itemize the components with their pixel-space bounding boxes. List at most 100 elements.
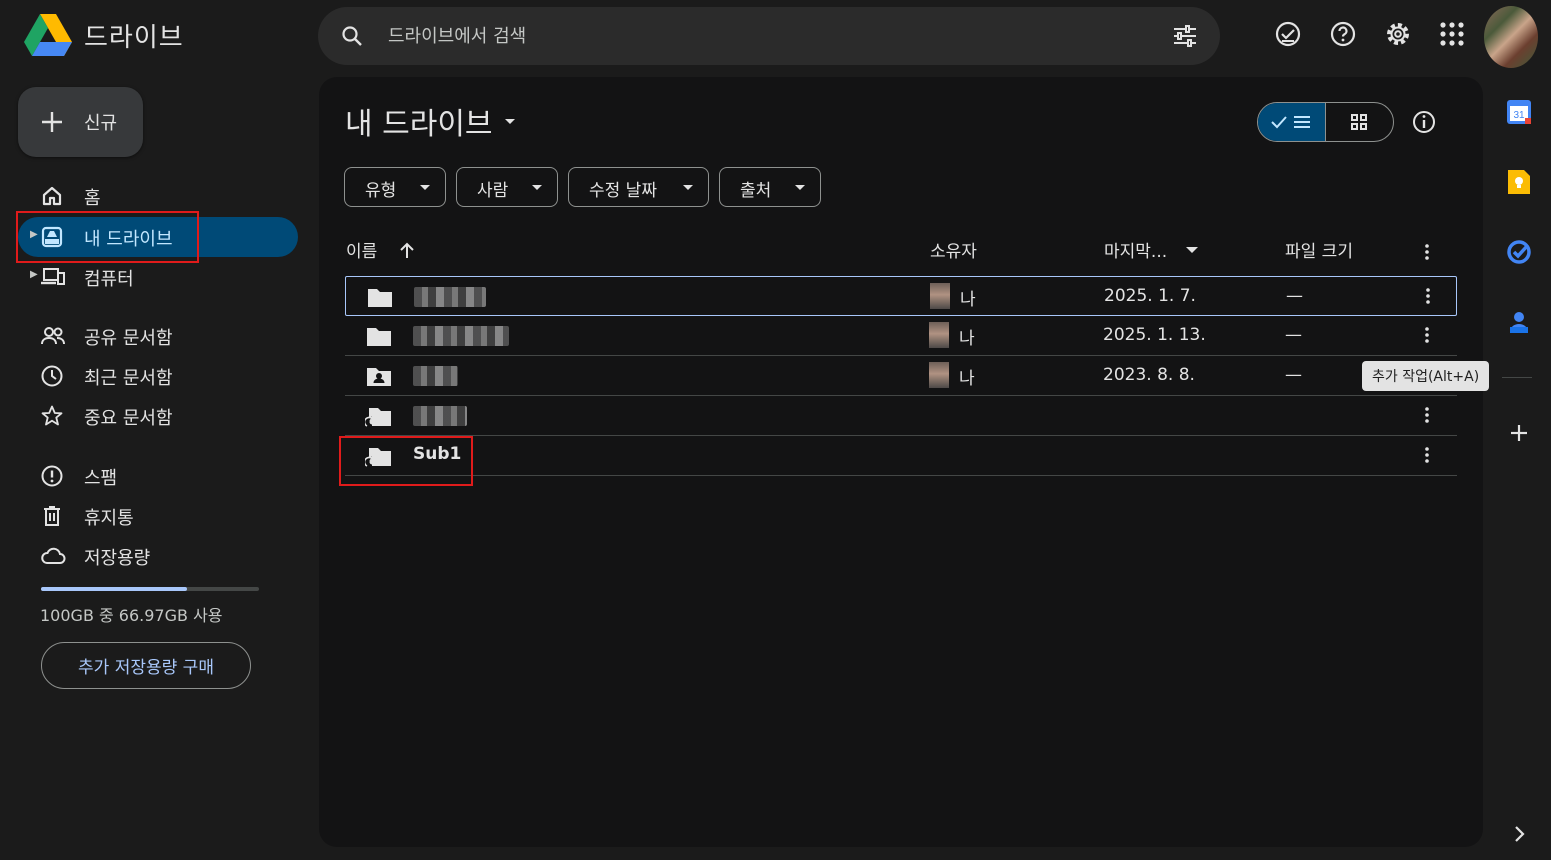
nav-spam-label: 스팸 xyxy=(84,468,118,489)
check-icon xyxy=(1270,114,1288,130)
nav-recent[interactable]: 최근 문서함 xyxy=(18,356,298,396)
nav-spam[interactable]: 스팸 xyxy=(18,456,298,496)
filter-chip-people[interactable]: 사람 xyxy=(456,167,558,207)
caret-down-icon xyxy=(531,184,543,192)
home-icon xyxy=(40,184,64,208)
caret-down-icon xyxy=(1185,245,1199,255)
expand-caret-icon[interactable]: ▶ xyxy=(30,229,38,240)
file-name-redacted xyxy=(413,366,458,386)
main-panel: 내 드라이브 유형 사람 수정 날짜 출처 이름 소유자 마지막... 파일 크… xyxy=(319,77,1483,847)
shortcut-folder-icon xyxy=(365,444,393,468)
more-vert-icon[interactable] xyxy=(1419,444,1435,466)
caret-down-icon xyxy=(794,184,806,192)
settings-icon[interactable] xyxy=(1384,20,1412,48)
file-name[interactable]: Sub1 xyxy=(413,444,461,464)
filter-chip-type[interactable]: 유형 xyxy=(344,167,446,207)
cloud-icon xyxy=(40,544,66,568)
new-button[interactable]: 신규 xyxy=(18,87,143,157)
arrow-up-icon[interactable] xyxy=(399,241,415,259)
clock-icon xyxy=(40,364,64,388)
account-avatar[interactable] xyxy=(1484,6,1538,68)
view-toggle[interactable] xyxy=(1257,102,1394,142)
storage-usage-bar xyxy=(41,587,259,591)
column-header-modified[interactable]: 마지막... xyxy=(1104,237,1199,262)
table-row[interactable]: 나 2025. 1. 7. — xyxy=(345,276,1457,316)
table-row[interactable]: 나 2023. 8. 8. — xyxy=(345,356,1457,396)
nav-home[interactable]: 홈 xyxy=(18,176,298,216)
folder-icon xyxy=(365,324,393,348)
app-title: 드라이브 xyxy=(84,22,184,53)
filter-chip-label: 유형 xyxy=(365,181,397,201)
more-vert-icon[interactable] xyxy=(1419,324,1435,346)
nav-trash-label: 휴지통 xyxy=(84,508,134,529)
storage-usage-fill xyxy=(41,587,187,591)
column-header-owner[interactable]: 소유자 xyxy=(930,237,977,262)
table-row[interactable]: 나 2025. 1. 13. — xyxy=(345,316,1457,356)
nav-storage[interactable]: 저장용량 xyxy=(18,536,298,576)
file-name-redacted xyxy=(413,406,467,426)
list-view-button[interactable] xyxy=(1258,103,1326,141)
drive-logo[interactable]: 드라이브 xyxy=(24,14,184,56)
help-icon[interactable] xyxy=(1329,20,1357,48)
table-row[interactable] xyxy=(345,396,1457,436)
buy-storage-button[interactable]: 추가 저장용량 구매 xyxy=(41,642,251,689)
modified-date: 2025. 1. 7. xyxy=(1104,286,1196,306)
filter-chip-modified[interactable]: 수정 날짜 xyxy=(568,167,709,207)
spam-icon xyxy=(40,464,64,488)
info-icon[interactable] xyxy=(1411,109,1437,135)
caret-down-icon xyxy=(503,116,517,126)
nav-trash[interactable]: 휴지통 xyxy=(18,496,298,536)
owner-avatar xyxy=(930,283,950,309)
calendar-icon[interactable]: 31 xyxy=(1505,98,1533,126)
filter-chip-source[interactable]: 출처 xyxy=(719,167,821,207)
calendar-day: 31 xyxy=(1513,110,1525,121)
nav-starred[interactable]: 중요 문서함 xyxy=(18,396,298,436)
column-header-name[interactable]: 이름 xyxy=(346,237,415,262)
rail-divider xyxy=(1502,377,1532,378)
caret-down-icon xyxy=(419,184,431,192)
grid-view-button[interactable] xyxy=(1326,103,1394,141)
shortcut-folder-icon xyxy=(365,404,393,428)
nav-my-drive[interactable]: ▶ 내 드라이브 xyxy=(18,217,298,257)
apps-grid-icon[interactable] xyxy=(1438,20,1466,48)
caret-down-icon xyxy=(682,184,694,192)
my-drive-icon xyxy=(40,225,64,249)
nav-shared[interactable]: 공유 문서함 xyxy=(18,316,298,356)
filter-chip-label: 사람 xyxy=(477,181,509,201)
search-icon[interactable] xyxy=(340,24,364,48)
nav-storage-label: 저장용량 xyxy=(84,548,151,569)
expand-caret-icon[interactable]: ▶ xyxy=(30,269,38,280)
modified-date: 2025. 1. 13. xyxy=(1103,325,1206,345)
ready-for-offline-icon[interactable] xyxy=(1274,20,1302,48)
keep-icon[interactable] xyxy=(1505,168,1533,196)
contacts-icon[interactable] xyxy=(1505,308,1533,336)
nav-my-drive-label: 내 드라이브 xyxy=(84,229,173,250)
search-options-icon[interactable] xyxy=(1172,24,1198,48)
chevron-right-icon[interactable] xyxy=(1505,820,1533,848)
table-row[interactable]: Sub1 xyxy=(345,436,1457,476)
more-vert-icon[interactable] xyxy=(1419,243,1435,261)
add-addon-icon[interactable] xyxy=(1505,419,1533,447)
filter-chip-label: 출처 xyxy=(740,181,772,201)
modified-date: 2023. 8. 8. xyxy=(1103,365,1195,385)
search-input[interactable] xyxy=(388,21,1148,51)
nav-computers[interactable]: ▶ 컴퓨터 xyxy=(18,257,298,297)
page-title-dropdown[interactable]: 내 드라이브 xyxy=(345,99,517,143)
owner-avatar xyxy=(929,362,949,388)
trash-icon xyxy=(40,504,64,528)
column-header-modified-label: 마지막... xyxy=(1104,242,1168,262)
owner-avatar xyxy=(929,322,949,348)
column-header-name-label: 이름 xyxy=(346,242,378,262)
more-vert-icon[interactable] xyxy=(1419,404,1435,426)
storage-usage-text: 100GB 중 66.97GB 사용 xyxy=(40,606,223,625)
nav-recent-label: 최근 문서함 xyxy=(84,368,173,389)
more-vert-icon[interactable] xyxy=(1420,285,1436,307)
filter-chip-label: 수정 날짜 xyxy=(589,181,657,201)
column-header-size[interactable]: 파일 크기 xyxy=(1285,237,1353,262)
shared-folder-icon xyxy=(365,364,393,388)
search-bar[interactable] xyxy=(318,7,1220,65)
tasks-icon[interactable] xyxy=(1505,238,1533,266)
owner-name: 나 xyxy=(960,290,976,310)
nav-computers-label: 컴퓨터 xyxy=(84,269,134,290)
more-actions-tooltip: 추가 작업(Alt+A) xyxy=(1362,361,1490,391)
